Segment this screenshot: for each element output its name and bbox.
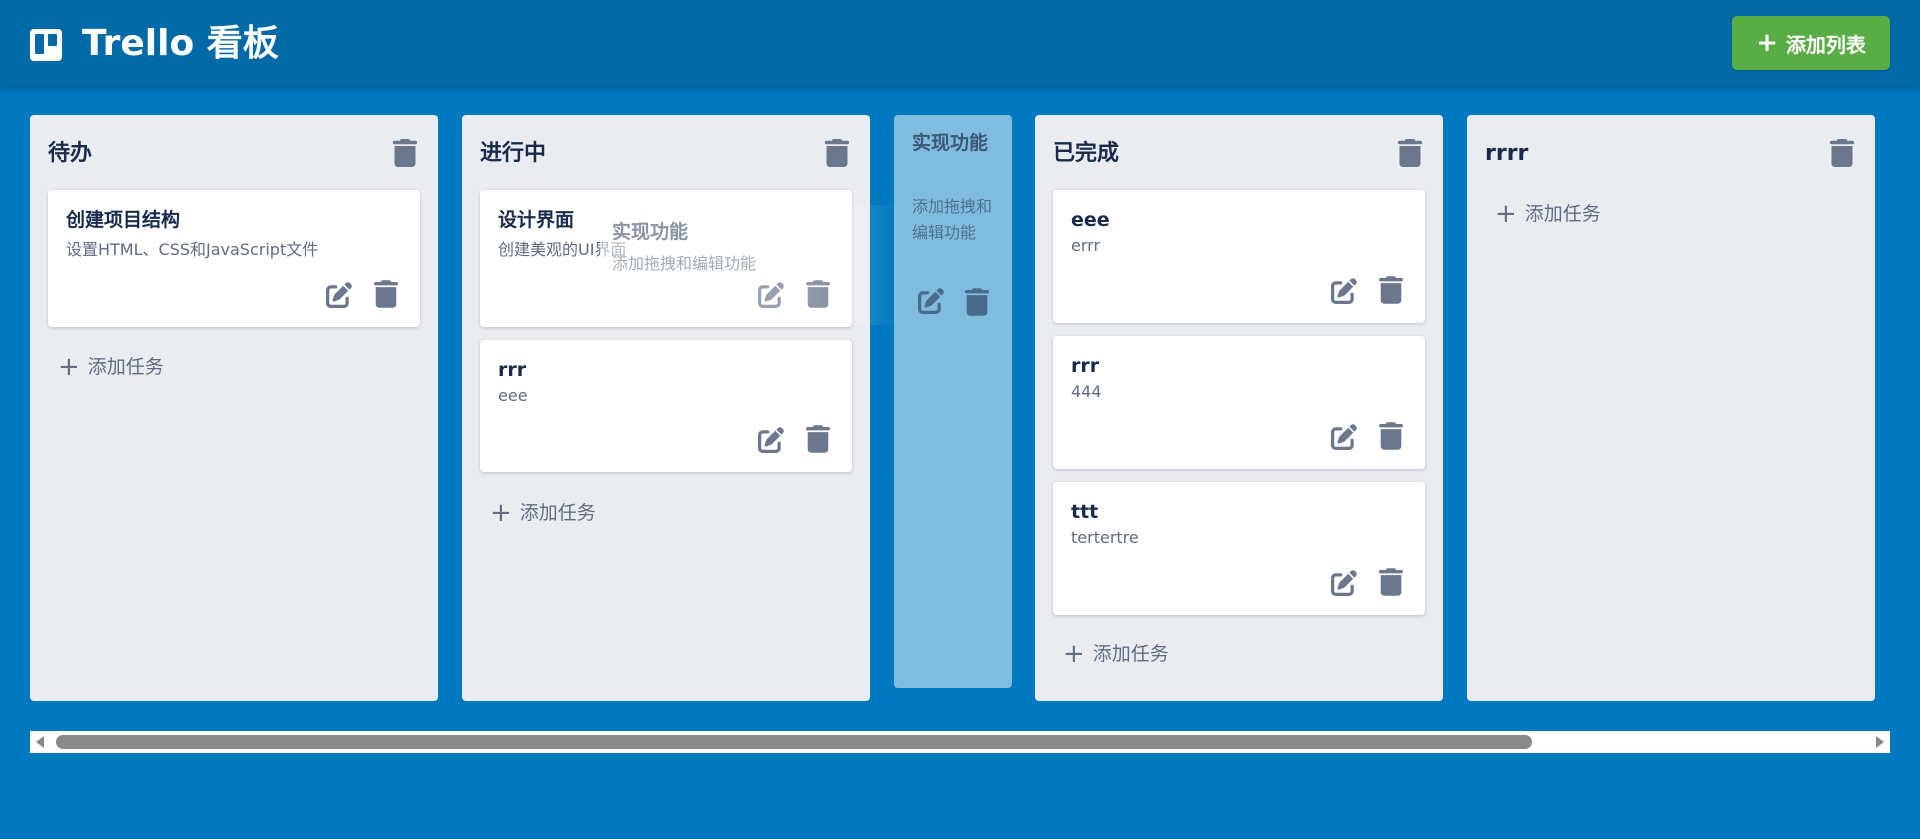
list-in-progress: 进行中 设计界面 创建美观的UI界面 rrr eee + 添加任务 xyxy=(462,115,870,701)
app-header: Trello 看板 + 添加列表 xyxy=(0,0,1920,86)
scrollbar-thumb[interactable] xyxy=(56,735,1532,749)
trash-icon[interactable] xyxy=(1829,139,1855,167)
card-title: rrr xyxy=(1071,355,1100,377)
scroll-left-arrow-icon[interactable] xyxy=(36,736,44,748)
card-description: 设置HTML、CSS和JavaScript文件 xyxy=(66,240,319,259)
trash-icon[interactable] xyxy=(1379,276,1403,304)
edit-icon[interactable] xyxy=(918,288,944,314)
card-title: ttt xyxy=(1071,501,1099,523)
card-title: rrr xyxy=(498,359,527,381)
add-task-button[interactable]: + 添加任务 xyxy=(58,354,164,380)
trash-icon[interactable] xyxy=(965,288,989,316)
add-task-button[interactable]: + 添加任务 xyxy=(1495,201,1601,227)
add-task-label: 添加任务 xyxy=(1092,643,1169,665)
dragging-card-title: 实现功能 xyxy=(912,132,989,154)
list-todo: 待办 创建项目结构 设置HTML、CSS和JavaScript文件 + 添加任务 xyxy=(30,115,438,701)
list-title: 已完成 xyxy=(1053,141,1120,166)
add-task-label: 添加任务 xyxy=(1524,203,1601,225)
edit-icon[interactable] xyxy=(1331,424,1357,450)
plus-icon: + xyxy=(1063,639,1085,669)
task-card[interactable]: 设计界面 创建美观的UI界面 xyxy=(480,190,852,327)
plus-icon: + xyxy=(490,498,512,528)
task-card[interactable]: eee errr xyxy=(1053,190,1425,323)
app-title: Trello 看板 xyxy=(82,23,279,64)
edit-icon[interactable] xyxy=(758,427,784,453)
card-title: eee xyxy=(1071,209,1110,231)
trash-icon[interactable] xyxy=(824,139,850,167)
plus-icon: + xyxy=(1495,199,1517,229)
card-title: 设计界面 xyxy=(498,209,575,231)
card-description: 444 xyxy=(1071,382,1102,401)
add-task-label: 添加任务 xyxy=(87,356,164,378)
edit-icon[interactable] xyxy=(758,282,784,308)
list-rrrr: rrrr + 添加任务 xyxy=(1467,115,1875,701)
card-description: 创建美观的UI界面 xyxy=(498,240,627,259)
horizontal-scrollbar[interactable] xyxy=(30,731,1890,753)
card-title: 创建项目结构 xyxy=(66,209,181,231)
card-description: errr xyxy=(1071,236,1101,255)
edit-icon[interactable] xyxy=(326,282,352,308)
task-card[interactable]: rrr eee xyxy=(480,340,852,472)
card-description: tertertre xyxy=(1071,528,1139,547)
dragging-card[interactable]: 实现功能 添加拖拽和编辑功能 xyxy=(894,115,1012,688)
trash-icon[interactable] xyxy=(806,425,830,453)
card-description: eee xyxy=(498,386,528,405)
task-card[interactable]: ttt tertertre xyxy=(1053,482,1425,615)
edit-icon[interactable] xyxy=(1331,570,1357,596)
task-card[interactable]: 创建项目结构 设置HTML、CSS和JavaScript文件 xyxy=(48,190,420,327)
trash-icon[interactable] xyxy=(806,280,830,308)
list-title: 待办 xyxy=(48,141,93,166)
dragging-card-description: 添加拖拽和编辑功能 xyxy=(912,197,993,242)
plus-icon: + xyxy=(58,352,80,382)
list-title: rrrr xyxy=(1485,141,1529,166)
scroll-right-arrow-icon[interactable] xyxy=(1876,736,1884,748)
add-task-button[interactable]: + 添加任务 xyxy=(1063,641,1169,667)
trash-icon[interactable] xyxy=(392,139,418,167)
plus-icon: + xyxy=(1756,28,1778,58)
add-task-label: 添加任务 xyxy=(519,502,596,524)
list-title: 进行中 xyxy=(480,141,547,166)
edit-icon[interactable] xyxy=(1331,278,1357,304)
task-card[interactable]: rrr 444 xyxy=(1053,336,1425,469)
trash-icon[interactable] xyxy=(1379,568,1403,596)
add-list-label: 添加列表 xyxy=(1785,32,1866,57)
trello-board-icon xyxy=(30,29,62,61)
add-task-button[interactable]: + 添加任务 xyxy=(490,500,596,526)
trash-icon[interactable] xyxy=(1379,422,1403,450)
add-list-button[interactable]: + 添加列表 xyxy=(1732,16,1890,70)
trash-icon[interactable] xyxy=(374,280,398,308)
list-done: 已完成 eee errr rrr 444 ttt tertertre + 添加任… xyxy=(1035,115,1443,701)
trash-icon[interactable] xyxy=(1397,139,1423,167)
